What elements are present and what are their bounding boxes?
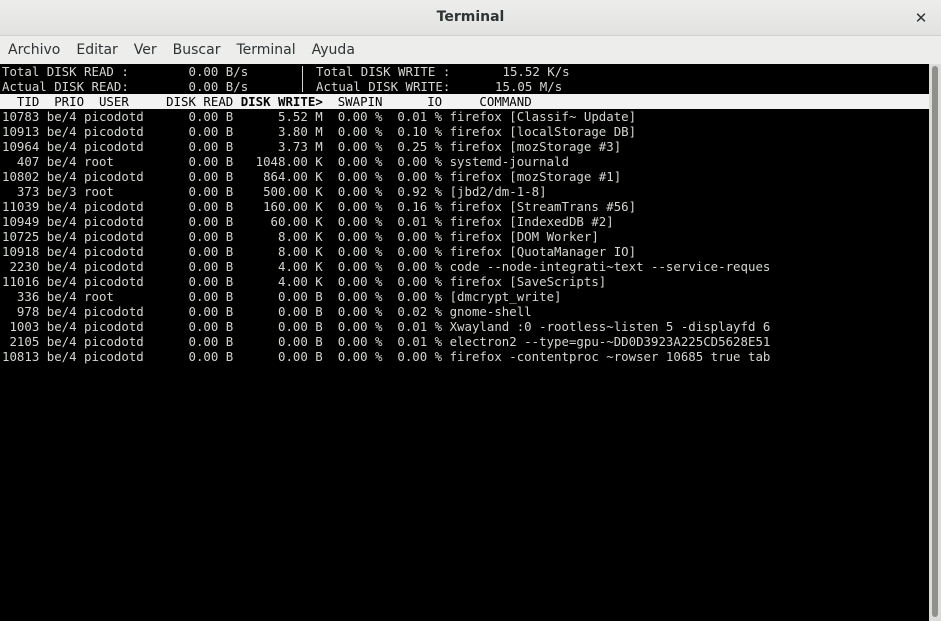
process-row: 11039 be/4 picodotd 0.00 B 160.00 K 0.00… <box>2 199 637 214</box>
column-header-pre: TID PRIO USER DISK READ <box>2 94 241 109</box>
actual-disk-write: Actual DISK WRITE: 15.05 M/s <box>316 79 563 94</box>
process-row: 407 be/4 root 0.00 B 1048.00 K 0.00 % 0.… <box>2 154 569 169</box>
total-disk-read: Total DISK READ : 0.00 B/s <box>2 64 249 79</box>
process-row: 373 be/3 root 0.00 B 500.00 K 0.00 % 0.9… <box>2 184 547 199</box>
process-row: 10783 be/4 picodotd 0.00 B 5.52 M 0.00 %… <box>2 109 637 124</box>
process-row: 10813 be/4 picodotd 0.00 B 0.00 B 0.00 %… <box>2 349 771 364</box>
process-row: 2105 be/4 picodotd 0.00 B 0.00 B 0.00 % … <box>2 334 771 349</box>
actual-disk-read: Actual DISK READ: 0.00 B/s <box>2 79 249 94</box>
process-row: 1003 be/4 picodotd 0.00 B 0.00 B 0.00 % … <box>2 319 771 334</box>
process-row: 10913 be/4 picodotd 0.00 B 3.80 M 0.00 %… <box>2 124 637 139</box>
process-row: 10725 be/4 picodotd 0.00 B 8.00 K 0.00 %… <box>2 229 599 244</box>
process-row: 10802 be/4 picodotd 0.00 B 864.00 K 0.00… <box>2 169 622 184</box>
menu-ayuda[interactable]: Ayuda <box>304 36 363 64</box>
process-row: 10964 be/4 picodotd 0.00 B 3.73 M 0.00 %… <box>2 139 622 154</box>
process-row: 978 be/4 picodotd 0.00 B 0.00 B 0.00 % 0… <box>2 304 532 319</box>
summary-divider <box>302 66 303 92</box>
terminal-output[interactable]: Total DISK READ : 0.00 B/s Actual DISK R… <box>0 64 929 621</box>
title-bar[interactable]: Terminal ✕ <box>0 0 941 36</box>
close-icon: ✕ <box>914 9 928 27</box>
close-button[interactable]: ✕ <box>911 8 931 28</box>
scrollbar-thumb[interactable] <box>932 66 938 617</box>
menu-buscar[interactable]: Buscar <box>165 36 229 64</box>
process-row: 10918 be/4 picodotd 0.00 B 8.00 K 0.00 %… <box>2 244 637 259</box>
menu-bar: Archivo Editar Ver Buscar Terminal Ayuda <box>0 36 941 64</box>
column-disk-write-sorted[interactable]: DISK WRITE> <box>241 94 323 109</box>
process-row: 336 be/4 root 0.00 B 0.00 B 0.00 % 0.00 … <box>2 289 562 304</box>
total-disk-write: Total DISK WRITE : 15.52 K/s <box>316 64 570 79</box>
menu-terminal[interactable]: Terminal <box>228 36 303 64</box>
process-row: 2230 be/4 picodotd 0.00 B 4.00 K 0.00 % … <box>2 259 771 274</box>
menu-archivo[interactable]: Archivo <box>0 36 68 64</box>
window-title: Terminal <box>436 9 505 25</box>
menu-editar[interactable]: Editar <box>68 36 125 64</box>
menu-ver[interactable]: Ver <box>126 36 165 64</box>
process-row: 10949 be/4 picodotd 0.00 B 60.00 K 0.00 … <box>2 214 614 229</box>
column-header-post: SWAPIN IO COMMAND <box>322 94 532 109</box>
column-header-text: TID PRIO USER DISK READ DISK WRITE> SWAP… <box>2 94 532 109</box>
column-header: TID PRIO USER DISK READ DISK WRITE> SWAP… <box>0 94 929 109</box>
vertical-scrollbar[interactable] <box>929 64 941 621</box>
process-row: 11016 be/4 picodotd 0.00 B 4.00 K 0.00 %… <box>2 274 607 289</box>
